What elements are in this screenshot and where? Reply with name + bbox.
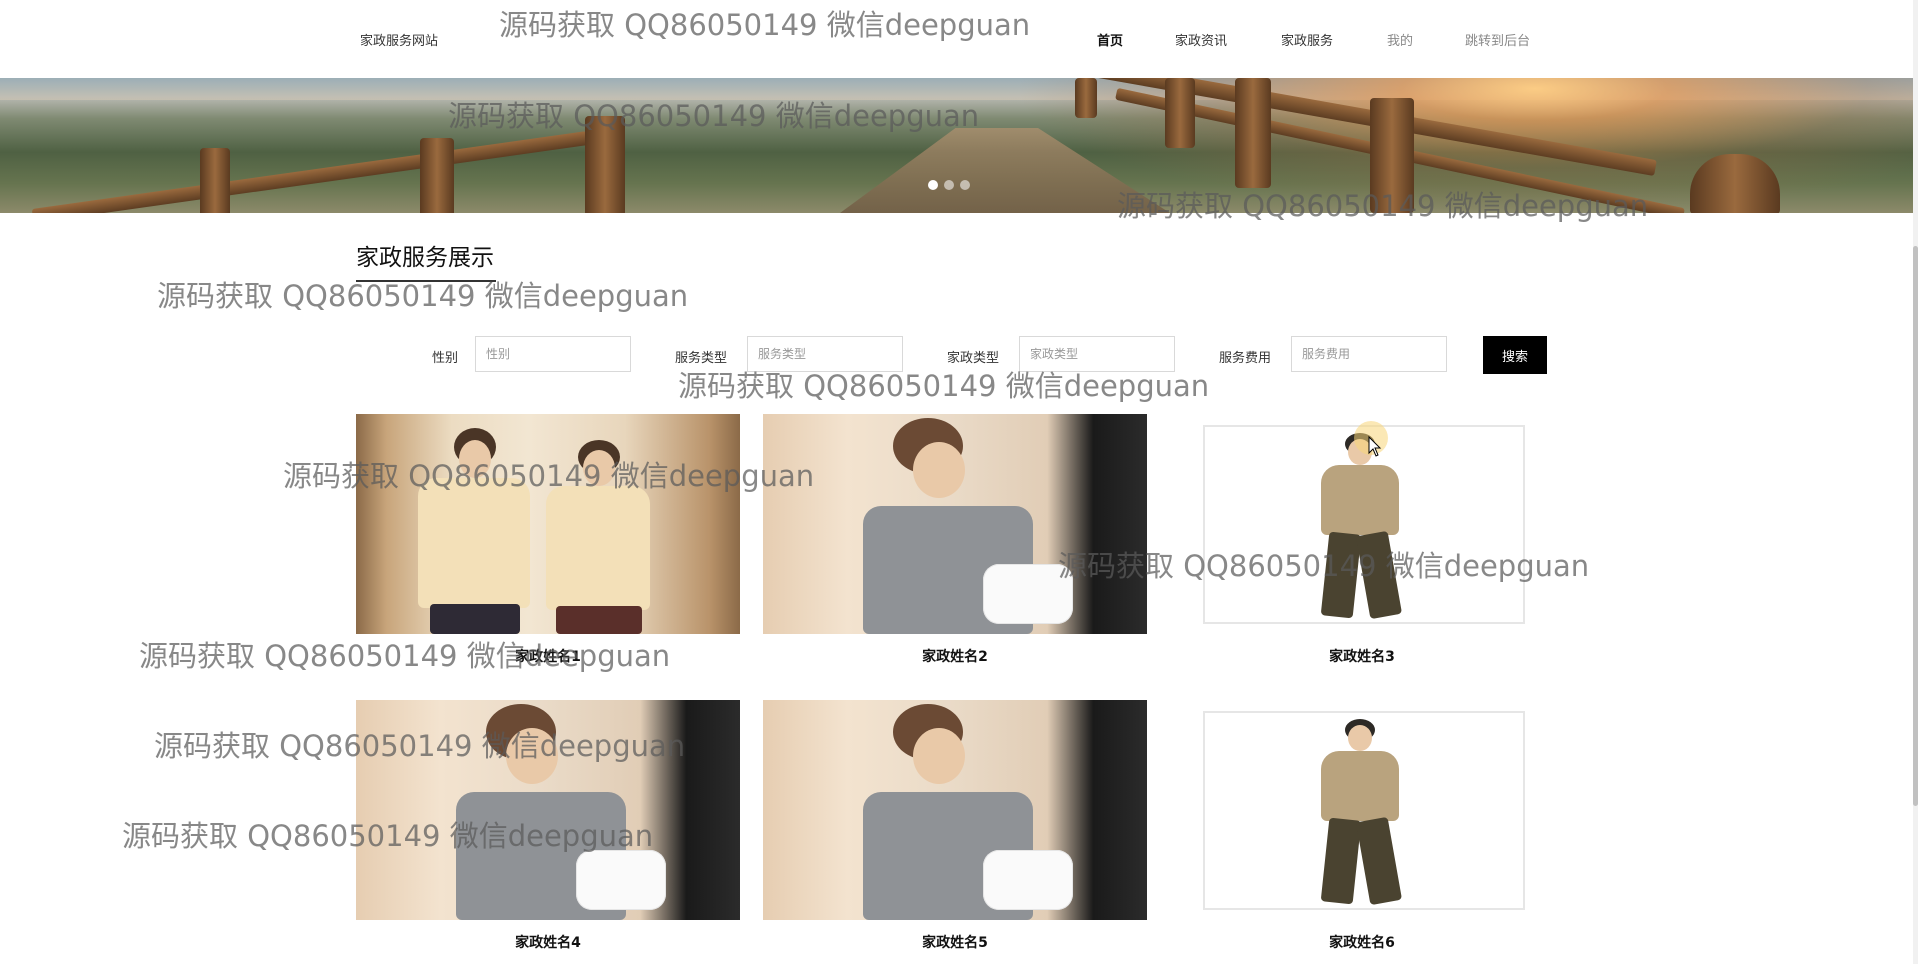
card-image-uniform-photo[interactable]: [1203, 711, 1525, 910]
search-button[interactable]: 搜索: [1483, 336, 1547, 374]
figure-face: [1348, 725, 1372, 751]
figure-face: [506, 728, 558, 784]
figure-face: [459, 440, 491, 478]
card-name[interactable]: 家政姓名3: [1170, 646, 1554, 666]
gender-input[interactable]: [475, 336, 631, 372]
fence-post: [420, 138, 454, 213]
service-fee-input[interactable]: [1291, 336, 1447, 372]
figure-pants: [430, 604, 520, 634]
nav-services[interactable]: 家政服务: [1281, 30, 1333, 49]
mouse-pointer-icon: [1368, 436, 1382, 457]
scrollbar-thumb[interactable]: [1913, 246, 1918, 806]
card-name[interactable]: 家政姓名4: [356, 932, 740, 952]
figure-face: [583, 450, 615, 486]
nav-admin-link[interactable]: 跳转到后台: [1465, 30, 1530, 49]
site-title[interactable]: 家政服务网站: [360, 30, 438, 49]
fence-post: [1235, 78, 1271, 188]
card-image-couple-photo[interactable]: [356, 414, 740, 634]
fence-post: [1075, 78, 1097, 118]
fence-post: [585, 116, 625, 213]
fence-post: [1370, 98, 1414, 213]
figure-face: [913, 442, 965, 498]
section-title: 家政服务展示: [356, 245, 494, 271]
nav-mine[interactable]: 我的: [1387, 30, 1413, 49]
figure-face: [913, 728, 965, 784]
filter-label-housekeeping-type: 家政类型: [947, 351, 1000, 366]
section-title-underline: [356, 280, 496, 282]
towel: [983, 850, 1073, 910]
towel: [983, 564, 1073, 624]
figure-uniform: [546, 486, 650, 610]
carousel-dot-2[interactable]: [944, 180, 954, 190]
card-image-maid-photo[interactable]: [356, 700, 740, 920]
fence-rail: [31, 131, 589, 213]
top-navbar: 家政服务网站 首页 家政资讯 家政服务 我的 跳转到后台: [0, 0, 1913, 78]
carousel-dot-1[interactable]: [928, 180, 938, 190]
card-name[interactable]: 家政姓名6: [1170, 932, 1554, 952]
figure-pants: [556, 606, 642, 634]
fence-post: [200, 148, 230, 213]
figure-uniform: [418, 478, 530, 608]
card-image-uniform-photo[interactable]: [1203, 425, 1525, 624]
carousel-indicators: [928, 180, 970, 190]
banner-carousel[interactable]: [0, 78, 1913, 213]
housekeeping-type-input[interactable]: [1019, 336, 1175, 372]
filter-label-service-fee: 服务费用: [1219, 351, 1272, 366]
card-name[interactable]: 家政姓名1: [356, 646, 740, 666]
card-name[interactable]: 家政姓名2: [763, 646, 1147, 666]
card-image-maid-photo[interactable]: [763, 700, 1147, 920]
card-image-maid-photo[interactable]: [763, 414, 1147, 634]
card-name[interactable]: 家政姓名5: [763, 932, 1147, 952]
fence-post: [1165, 78, 1195, 148]
carousel-dot-3[interactable]: [960, 180, 970, 190]
figure-shirt: [1321, 465, 1399, 535]
figure-shirt: [1321, 751, 1399, 821]
service-type-input[interactable]: [747, 336, 903, 372]
nav-news[interactable]: 家政资讯: [1175, 30, 1227, 49]
towel: [576, 850, 666, 910]
filter-label-gender: 性别: [432, 351, 459, 366]
filter-label-service-type: 服务类型: [675, 351, 728, 366]
nav-home[interactable]: 首页: [1097, 30, 1123, 49]
